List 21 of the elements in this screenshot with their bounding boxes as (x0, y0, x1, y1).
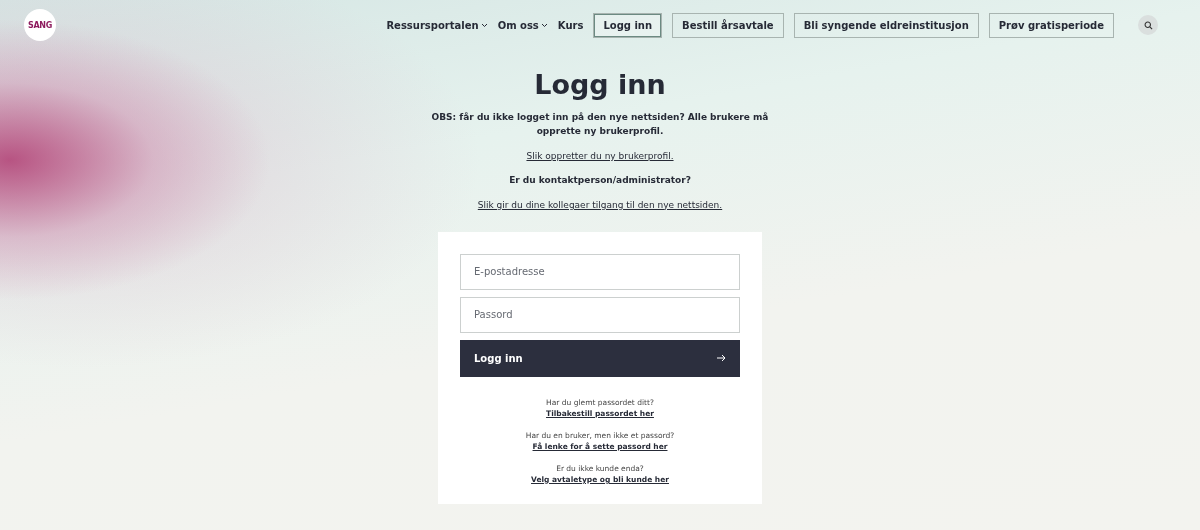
login-button[interactable]: Logg inn (460, 339, 740, 377)
nav-link[interactable]: Kurs (557, 19, 584, 31)
arrow-icon (717, 354, 726, 363)
nav-button[interactable]: Logg inn (593, 12, 663, 38)
page-title: Logg inn (534, 69, 666, 100)
chevron-icon (480, 22, 488, 28)
password-field[interactable]: Passord (460, 296, 740, 333)
search-button[interactable] (1138, 15, 1158, 35)
chevron-icon (540, 22, 548, 28)
notice-text: OBS: får du ikke logget inn på den nye nettsiden? Alle brukere må opprette ny brukerprofil. (430, 111, 770, 139)
logo[interactable]: SANG (24, 9, 56, 41)
nav-button[interactable]: Prøv gratisperiode (988, 12, 1114, 38)
nav-button[interactable]: Bestill årsavtale (672, 12, 784, 38)
nav-menu[interactable]: Om oss (497, 19, 548, 31)
info-link[interactable]: Slik oppretter du ny brukerprofil. (526, 148, 674, 164)
info-link[interactable]: Slik gir du dine kollegaer tilgang til den nye nettsiden. (477, 197, 723, 212)
nav-button[interactable]: Bli syngende eldreinstitusjon (793, 12, 979, 38)
nav-label: Om oss (497, 19, 539, 31)
email-field[interactable]: E-postadresse (460, 253, 740, 290)
search-icon (1143, 20, 1153, 30)
question-text: Er du kontaktperson/administrator? (509, 174, 691, 188)
